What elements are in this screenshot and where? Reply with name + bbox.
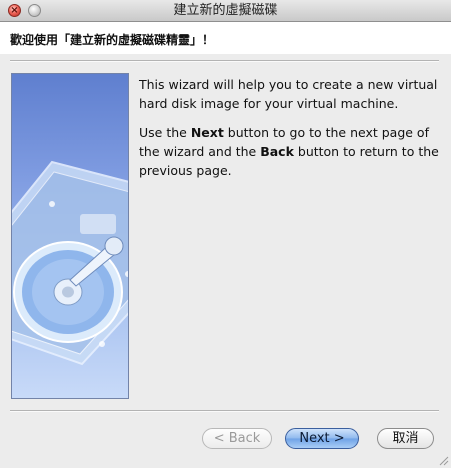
resize-grip-icon[interactable]	[438, 455, 449, 466]
description-paragraph-2: Use the Next button to go to the next pa…	[139, 125, 439, 178]
back-button[interactable]: < Back	[202, 428, 272, 449]
window-title: 建立新的虛擬磁碟	[173, 3, 278, 18]
wizard-description: This wizard will help you to create a ne…	[139, 75, 439, 190]
bottom-divider	[10, 410, 439, 412]
next-button[interactable]: Next >	[285, 428, 359, 449]
next-keyword: Next	[190, 125, 224, 140]
wizard-side-image	[11, 73, 129, 399]
back-keyword: Back	[260, 144, 294, 159]
wizard-heading: 歡迎使用「建立新的虛擬磁碟精靈」！	[10, 33, 215, 47]
hard-disk-icon	[12, 160, 128, 366]
wizard-header: 歡迎使用「建立新的虛擬磁碟精靈」！	[0, 22, 451, 54]
description-paragraph-1: This wizard will help you to create a ne…	[139, 77, 438, 111]
title-bar: × 建立新的虛擬磁碟	[0, 0, 451, 22]
cancel-button[interactable]: 取消	[377, 428, 434, 449]
top-divider	[10, 60, 439, 62]
